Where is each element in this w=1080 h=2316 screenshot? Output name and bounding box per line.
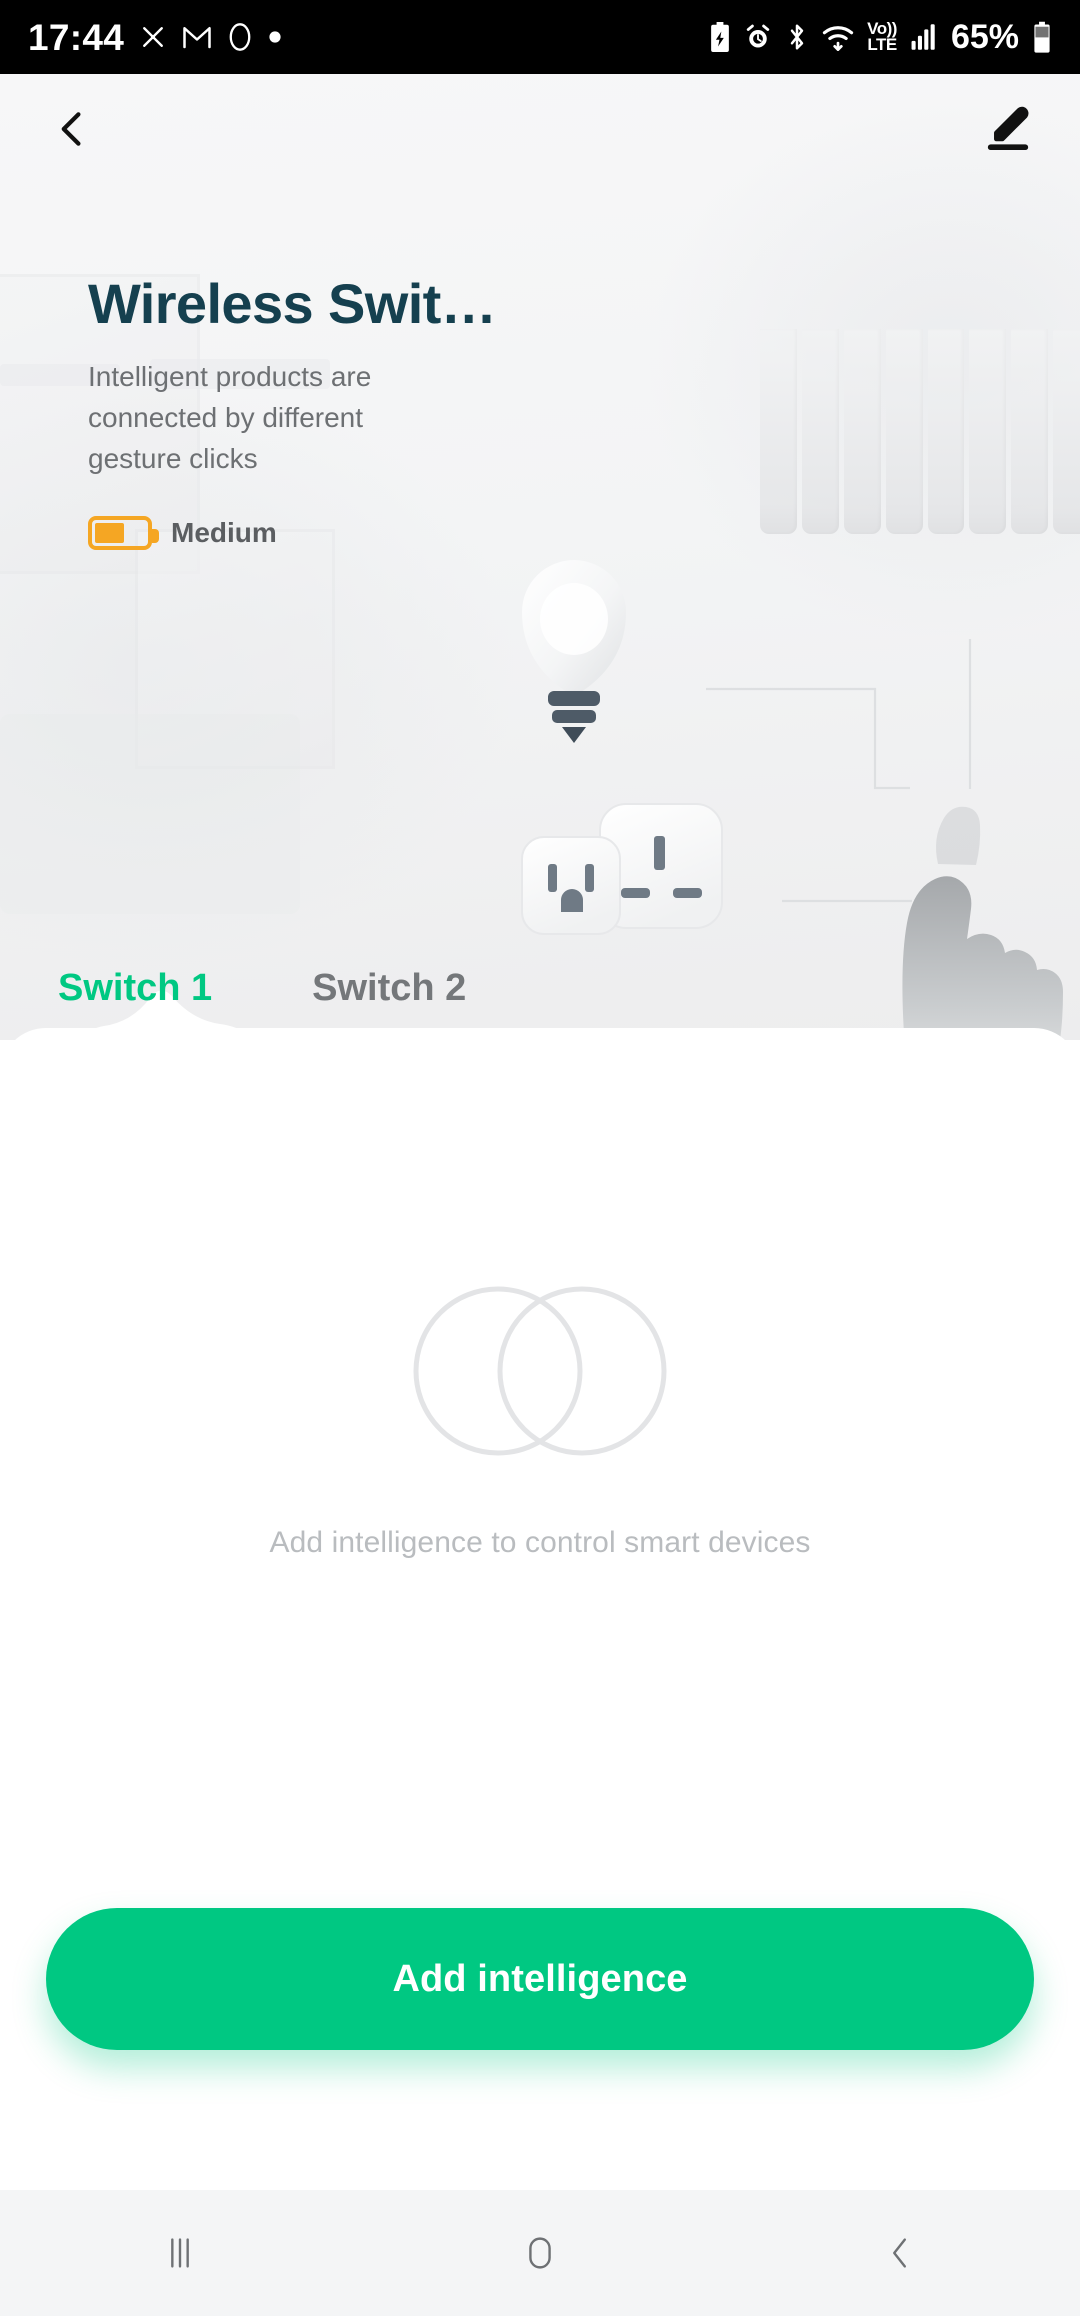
page-title: Wireless Swit… xyxy=(88,272,497,335)
pencil-edit-icon xyxy=(987,106,1029,151)
status-bar-right: Vo)) LTE 65% xyxy=(709,20,1052,54)
battery-percentage-label: 65% xyxy=(950,18,1019,56)
uk-power-outlet-icon xyxy=(599,803,723,929)
recents-icon xyxy=(171,2238,189,2268)
empty-state: Add intelligence to control smart device… xyxy=(0,1028,1080,1808)
primary-action-area: Add intelligence xyxy=(0,1908,1080,2050)
system-navigation-bar xyxy=(0,2190,1080,2316)
battery-fill-bar xyxy=(95,522,124,543)
window-blinds-icon xyxy=(760,329,1080,534)
home-button[interactable] xyxy=(465,2190,615,2316)
battery-status: Medium xyxy=(88,515,648,550)
battery-icon xyxy=(1032,21,1052,53)
empty-state-message: Add intelligence to control smart device… xyxy=(269,1526,811,1559)
battery-level-label: Medium xyxy=(171,516,277,548)
battery-level-icon xyxy=(88,515,159,550)
two-overlapping-circles-icon xyxy=(413,1286,667,1456)
add-intelligence-button[interactable]: Add intelligence xyxy=(46,1908,1034,2050)
switch-tab-bar: Switch 1 Switch 2 xyxy=(0,969,1080,1040)
system-back-button[interactable] xyxy=(825,2190,975,2316)
circle-app-icon xyxy=(226,22,254,52)
battery-saver-icon xyxy=(709,22,731,52)
home-icon xyxy=(529,2237,551,2269)
gmail-icon xyxy=(182,24,212,50)
content-panel: Add intelligence to control smart device… xyxy=(0,990,1080,2190)
bluetooth-icon xyxy=(785,22,809,52)
background-decor-block xyxy=(0,714,300,914)
alarm-icon xyxy=(744,23,772,51)
cellular-signal-icon xyxy=(910,23,936,51)
edit-device-button[interactable] xyxy=(972,93,1044,165)
recents-button[interactable] xyxy=(105,2190,255,2316)
back-icon xyxy=(893,2238,906,2268)
chevron-left-icon xyxy=(61,112,81,146)
status-bar: 17:44 Vo)) LTE 65% xyxy=(0,0,1080,74)
tab-switch-1[interactable]: Switch 1 xyxy=(58,969,212,1007)
tab-switch-2[interactable]: Switch 2 xyxy=(312,969,466,1007)
volte-bottom-label: LTE xyxy=(867,35,897,54)
do-not-disturb-icon xyxy=(138,22,168,52)
device-description: Intelligent products are connected by di… xyxy=(88,361,372,475)
app-nav-bar xyxy=(0,74,1080,184)
dot-icon xyxy=(268,30,282,44)
wifi-icon xyxy=(822,23,854,51)
volte-icon: Vo)) LTE xyxy=(867,20,897,54)
device-hero-header: Wireless Swit… Intelligent products are … xyxy=(0,74,1080,1040)
back-button[interactable] xyxy=(36,93,108,165)
status-bar-left: 17:44 xyxy=(28,19,282,56)
device-info-block: Wireless Swit… Intelligent products are … xyxy=(88,274,648,550)
us-power-outlet-icon xyxy=(521,836,621,935)
light-bulb-icon xyxy=(522,560,626,743)
status-bar-clock: 17:44 xyxy=(28,16,125,58)
